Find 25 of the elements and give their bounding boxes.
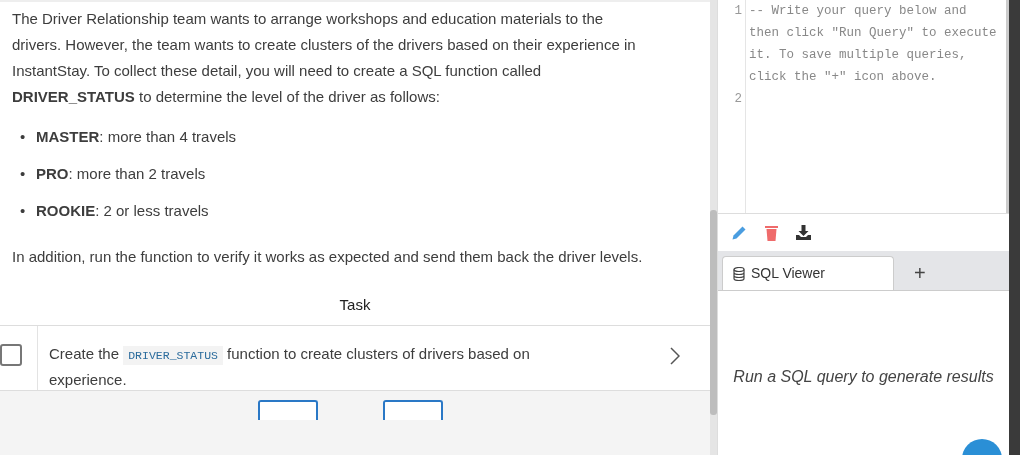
code-comment: -- Write your query below and then click "Run Query" to execute it. To save multiple queries, click the "+" icon above.	[749, 3, 998, 86]
footer-button[interactable]	[383, 399, 443, 420]
task-checkbox[interactable]	[0, 343, 22, 366]
line-number: 1	[734, 4, 742, 18]
level-item: MASTER: more than 4 travels	[36, 127, 237, 147]
level-item: ROOKIE: 2 or less travels	[36, 201, 209, 221]
scrollbar-thumb[interactable]	[710, 210, 717, 415]
task-heading: Task	[339, 295, 371, 315]
database-icon	[733, 266, 745, 281]
line-number: 2	[734, 92, 742, 106]
instruction-paragraph: In addition, run the function to verify it works as expected and send them back the driver levels.	[12, 247, 644, 267]
task-text: Create the DRIVER_STATUS function to create clusters of drivers based on experience.	[49, 343, 531, 390]
level-item: PRO: more than 2 travels	[36, 164, 206, 184]
add-tab-button[interactable]: +	[908, 256, 932, 290]
footer-button[interactable]	[258, 399, 318, 420]
empty-results-message: Run a SQL query to generate results	[733, 367, 994, 387]
pencil-icon[interactable]	[731, 224, 747, 241]
bullet: •	[20, 201, 27, 221]
viewer-tab[interactable]: SQL Viewer	[722, 256, 894, 290]
bullet: •	[20, 127, 27, 147]
download-icon[interactable]	[796, 225, 811, 240]
chevron-icon[interactable]	[670, 347, 680, 366]
trash-icon[interactable]	[765, 224, 778, 241]
bullet: •	[20, 164, 27, 184]
instruction-paragraph: The Driver Relationship team wants to arrange workshops and education materials to the drivers. However, the team wants to create clusters of the drivers based on their experience in InstantStay. To collect these detail, you will need to create a SQL function called DRIVER_STATUS to determine the level of the driver as follows:	[12, 9, 637, 107]
